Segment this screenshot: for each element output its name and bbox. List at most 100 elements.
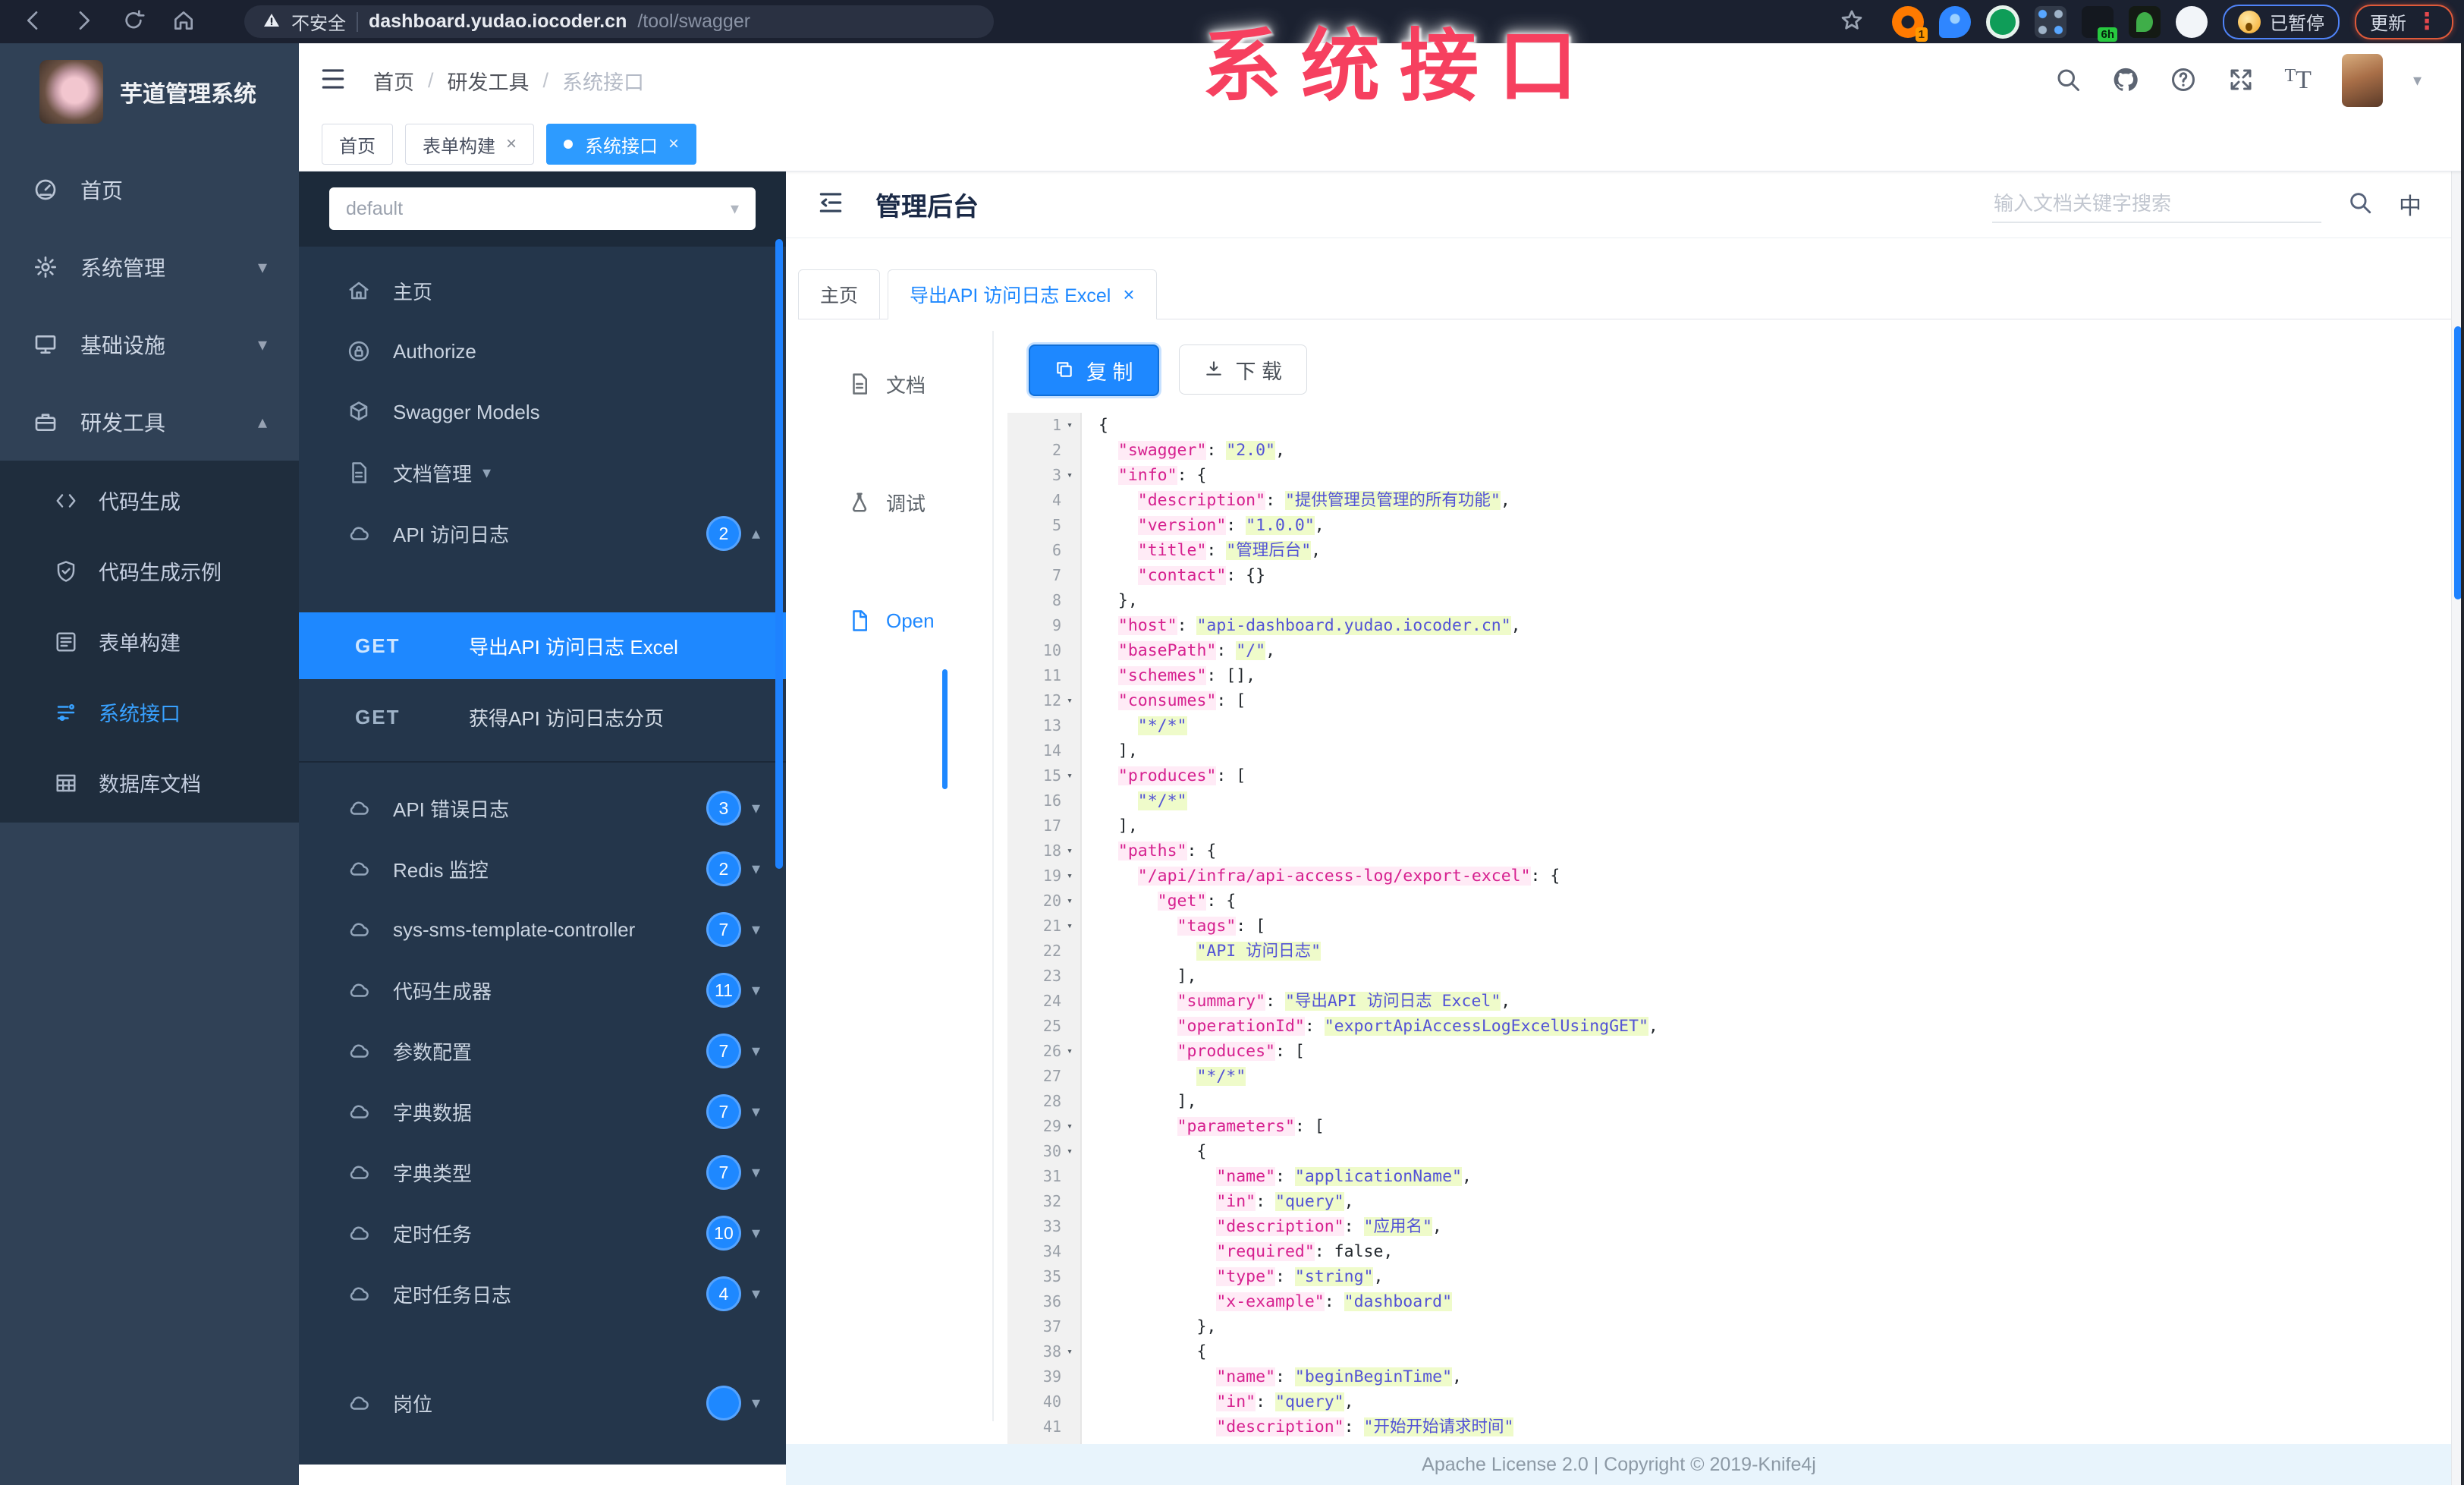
line-number[interactable]: 20 ▾ (1007, 889, 1080, 914)
fold-toggle-icon[interactable]: ▾ (1064, 763, 1076, 788)
swagger-menu-sys-sms-template-controller[interactable]: sys-sms-template-controller 7 ▾ (299, 899, 786, 960)
browser-reload-icon[interactable] (114, 5, 153, 39)
line-number[interactable]: 40 (1007, 1389, 1080, 1414)
line-number[interactable]: 2 (1007, 438, 1080, 463)
line-number[interactable]: 19 ▾ (1007, 864, 1080, 889)
line-number[interactable]: 8 (1007, 588, 1080, 613)
close-icon[interactable]: × (668, 134, 679, 155)
fold-toggle-icon[interactable]: ▾ (1064, 914, 1076, 939)
line-number[interactable]: 32 (1007, 1189, 1080, 1214)
swagger-menu-Authorize[interactable]: Authorize▾ (299, 321, 786, 382)
sidebar-item-基础设施[interactable]: 基础设施 ▾ (0, 306, 299, 383)
line-number[interactable]: 27 (1007, 1064, 1080, 1089)
line-number[interactable]: 33 (1007, 1214, 1080, 1239)
line-number[interactable]: 21 ▾ (1007, 914, 1080, 939)
line-number[interactable]: 38 ▾ (1007, 1339, 1080, 1364)
extension-icon[interactable] (2129, 5, 2161, 38)
sidebar-item-首页[interactable]: 首页 (0, 151, 299, 228)
line-number[interactable]: 13 (1007, 713, 1080, 738)
extension-icon[interactable]: 1 (1892, 5, 1928, 42)
line-number[interactable]: 10 (1007, 638, 1080, 663)
sidebar-subitem-系统接口[interactable]: 系统接口 (0, 677, 299, 747)
user-menu-caret-icon[interactable]: ▾ (2413, 71, 2422, 90)
swagger-menu-定时任务日志[interactable]: 定时任务日志 4 ▾ (299, 1263, 786, 1324)
fold-toggle-icon[interactable]: ▾ (1064, 1039, 1076, 1064)
line-number[interactable]: 34 (1007, 1239, 1080, 1264)
sidebar-subitem-表单构建[interactable]: 表单构建 (0, 606, 299, 677)
api-item-获得API 访问日志分页[interactable]: GET 获得API 访问日志分页 (299, 684, 786, 750)
extension-icon[interactable] (2035, 5, 2066, 38)
browser-menu-icon[interactable]: ⋮ (2415, 8, 2438, 35)
search-icon[interactable] (2054, 64, 2082, 96)
doc-search-icon[interactable] (2347, 190, 2373, 219)
fold-toggle-icon[interactable]: ▾ (1064, 1114, 1076, 1139)
sidebar-subitem-数据库文档[interactable]: 数据库文档 (0, 747, 299, 818)
swagger-menu-Swagger Models[interactable]: Swagger Models▾ (299, 382, 786, 442)
fold-toggle-icon[interactable]: ▾ (1064, 688, 1076, 713)
doc-menu-文档[interactable]: 文档 (786, 361, 992, 407)
line-number[interactable]: 30 ▾ (1007, 1139, 1080, 1164)
line-number[interactable]: 16 (1007, 788, 1080, 813)
close-icon[interactable]: × (506, 134, 517, 155)
line-number[interactable]: 1 ▾ (1007, 413, 1080, 438)
download-button[interactable]: 下 载 (1178, 345, 1308, 395)
fold-toggle-icon[interactable]: ▾ (1064, 889, 1076, 914)
copy-button[interactable]: 复 制 (1029, 345, 1159, 396)
line-number[interactable]: 17 (1007, 813, 1080, 838)
swagger-menu-文档管理[interactable]: 文档管理 ▾ (299, 442, 786, 503)
tag-首页[interactable]: 首页 (322, 124, 393, 165)
line-number[interactable]: 35 (1007, 1264, 1080, 1289)
fold-toggle-icon[interactable]: ▾ (1064, 1339, 1076, 1364)
swagger-menu-Redis 监控[interactable]: Redis 监控 2 ▾ (299, 838, 786, 899)
font-size-icon[interactable]: TT (2285, 66, 2312, 95)
fullscreen-icon[interactable] (2227, 64, 2255, 96)
swagger-menu-定时任务[interactable]: 定时任务 10 ▾ (299, 1203, 786, 1263)
line-number[interactable]: 29 ▾ (1007, 1114, 1080, 1139)
update-button[interactable]: 更新 ⋮ (2355, 4, 2453, 39)
api-item-导出API 访问日志 Excel[interactable]: GET 导出API 访问日志 Excel (299, 612, 786, 679)
line-number[interactable]: 28 (1007, 1089, 1080, 1114)
line-number[interactable]: 39 (1007, 1364, 1080, 1389)
browser-home-icon[interactable] (164, 5, 203, 39)
line-number[interactable]: 14 (1007, 738, 1080, 763)
tag-表单构建[interactable]: 表单构建 × (405, 124, 535, 165)
extension-icon[interactable]: 6h (2082, 5, 2117, 42)
tag-系统接口[interactable]: 系统接口 × (546, 124, 697, 165)
extensions-menu-icon[interactable] (2176, 5, 2208, 38)
sidebar-collapse-icon[interactable] (319, 64, 347, 97)
api-group-select[interactable]: default ▾ (329, 187, 756, 230)
swagger-menu-参数配置[interactable]: 参数配置 7 ▾ (299, 1021, 786, 1081)
github-icon[interactable] (2112, 64, 2139, 96)
doc-search-input[interactable] (1992, 185, 2321, 223)
swagger-menu-岗位[interactable]: 岗位 ▾ (299, 1373, 786, 1433)
line-number[interactable]: 3 ▾ (1007, 463, 1080, 488)
tab-主页[interactable]: 主页 (798, 269, 881, 319)
line-number[interactable]: 15 ▾ (1007, 763, 1080, 788)
fold-toggle-icon[interactable]: ▾ (1064, 838, 1076, 864)
breadcrumb-item[interactable]: 研发工具 (448, 66, 530, 96)
swagger-menu-主页[interactable]: 主页▾ (299, 260, 786, 321)
swagger-menu-API 访问日志[interactable]: API 访问日志 2 ▴ (299, 503, 786, 564)
line-number[interactable]: 4 (1007, 488, 1080, 513)
fold-toggle-icon[interactable]: ▾ (1064, 864, 1076, 889)
app-logo-row[interactable]: 芋道管理系统 (0, 43, 299, 131)
browser-back-icon[interactable] (14, 5, 53, 39)
line-number[interactable]: 23 (1007, 964, 1080, 989)
line-number[interactable]: 36 (1007, 1289, 1080, 1314)
line-number[interactable]: 41 (1007, 1414, 1080, 1439)
doc-menu-fold-icon[interactable] (816, 188, 845, 221)
close-icon[interactable]: × (1123, 283, 1134, 307)
line-number[interactable]: 31 (1007, 1164, 1080, 1189)
line-number[interactable]: 12 ▾ (1007, 688, 1080, 713)
swagger-menu-代码生成器[interactable]: 代码生成器 11 ▾ (299, 960, 786, 1021)
line-number[interactable]: 22 (1007, 939, 1080, 964)
address-bar[interactable]: 不安全 dashboard.yudao.iocoder.cn/tool/swag… (244, 5, 994, 38)
line-number[interactable]: 24 (1007, 989, 1080, 1014)
doc-menu-调试[interactable]: 调试 (786, 480, 992, 525)
line-number[interactable]: 18 ▾ (1007, 838, 1080, 864)
breadcrumb-item[interactable]: 系统接口 (562, 66, 644, 96)
line-number[interactable]: 5 (1007, 513, 1080, 538)
bookmark-star-icon[interactable] (1839, 7, 1865, 36)
sidebar-scrollbar-thumb[interactable] (775, 239, 783, 869)
extension-icon[interactable] (1986, 5, 2019, 39)
